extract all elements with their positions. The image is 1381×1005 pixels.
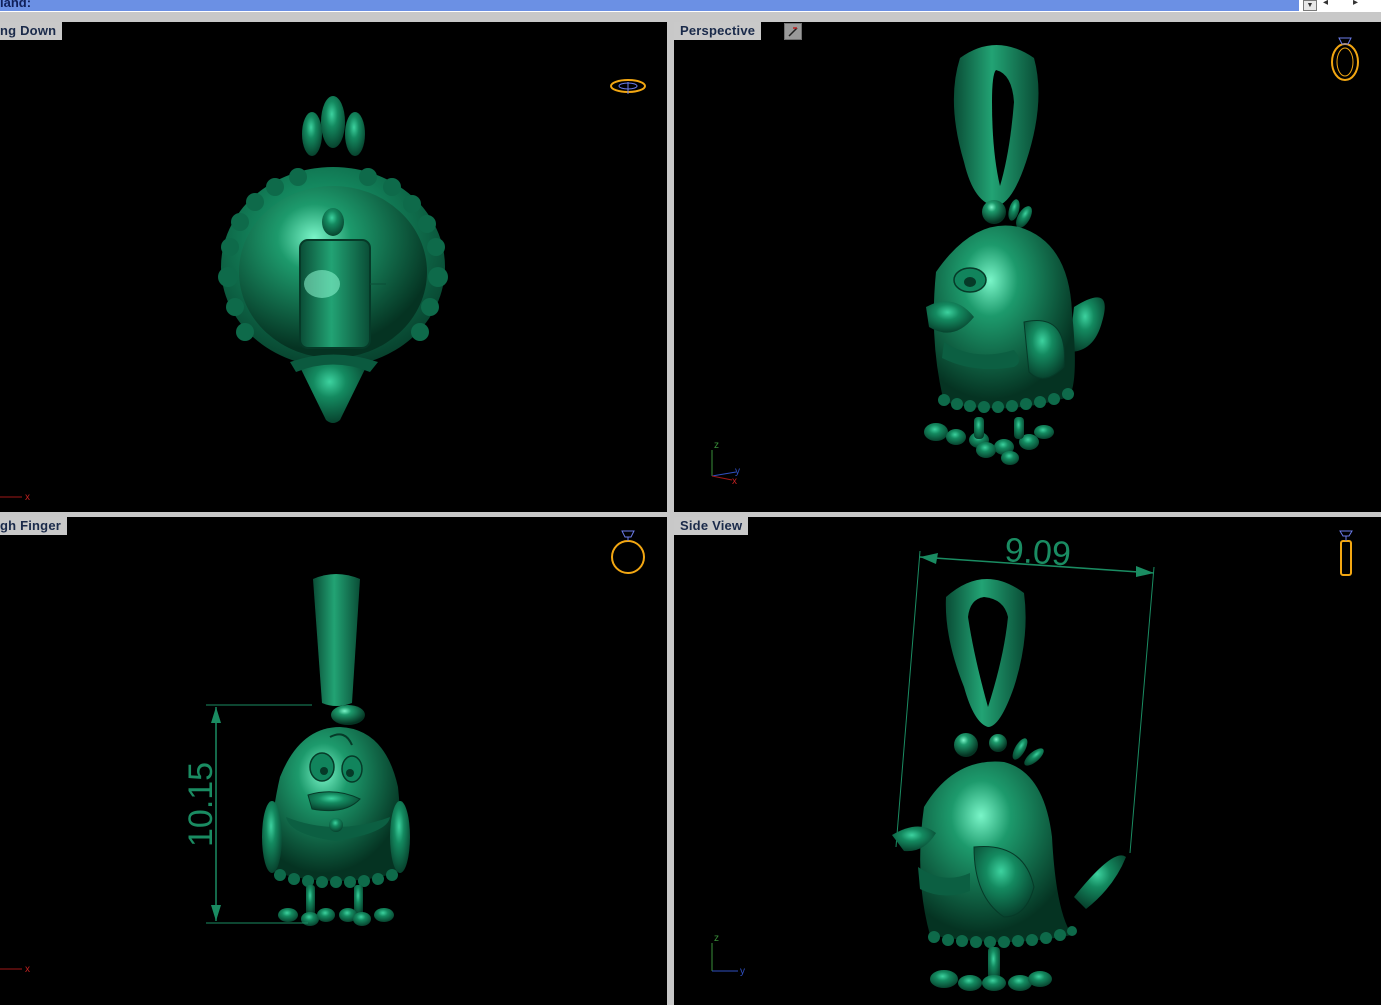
svg-text:x: x	[25, 492, 30, 502]
scroll-right-icon[interactable]: ▸	[1353, 0, 1358, 8]
command-history-dropdown-icon[interactable]: ▼	[1303, 0, 1317, 11]
model-side-view: 9.09	[892, 531, 1155, 991]
viewport-perspective[interactable]: Perspective z y x	[674, 22, 1381, 512]
perspective-icon[interactable]	[784, 23, 802, 40]
viewport-looking-down[interactable]: ng Down x ,	[0, 22, 667, 512]
viewport-title[interactable]: Perspective	[674, 22, 762, 40]
svg-text:,: ,	[0, 462, 1, 473]
viewport-title[interactable]: gh Finger	[0, 517, 68, 535]
ring-view-icon[interactable]	[608, 527, 648, 579]
svg-text:x: x	[25, 964, 30, 975]
viewport-side-view[interactable]: 9.09 Side View z y	[674, 517, 1381, 1005]
dimension-horizontal: 9.09	[1003, 531, 1072, 574]
svg-text:z: z	[714, 933, 719, 944]
viewport-title[interactable]: Side View	[674, 517, 749, 535]
svg-text:y: y	[740, 966, 745, 977]
viewport-through-finger[interactable]: 10.15 gh Finger x ,	[0, 517, 667, 1005]
viewport-frame-top	[0, 13, 1381, 22]
svg-text:,: ,	[0, 933, 1, 944]
cad-workspace: iand: ▼ ◂ ▸ ng Down x Perspective z y x …	[0, 0, 1381, 1005]
command-label: iand:	[0, 0, 32, 10]
dimension-vertical: 10.15	[182, 762, 220, 847]
axis-triad: x ,	[0, 462, 30, 502]
viewport-title[interactable]: ng Down	[0, 22, 63, 40]
command-bar[interactable]: iand: ▼ ◂ ▸	[0, 0, 1381, 12]
axis-triad: z y	[711, 933, 745, 977]
model-top-view	[218, 96, 448, 423]
axis-triad: z y x	[711, 440, 740, 486]
svg-text:z: z	[714, 440, 719, 451]
svg-text:x: x	[732, 476, 737, 486]
ring-view-icon[interactable]	[1328, 32, 1362, 84]
model-front-view: 10.15	[182, 574, 410, 926]
model-perspective-view	[924, 45, 1105, 465]
scroll-left-icon[interactable]: ◂	[1323, 0, 1328, 8]
axis-triad: x ,	[0, 933, 30, 975]
ring-view-icon[interactable]	[608, 74, 648, 98]
command-history-controls: ▼ ◂ ▸	[1299, 0, 1381, 12]
ring-view-icon[interactable]	[1334, 527, 1358, 581]
